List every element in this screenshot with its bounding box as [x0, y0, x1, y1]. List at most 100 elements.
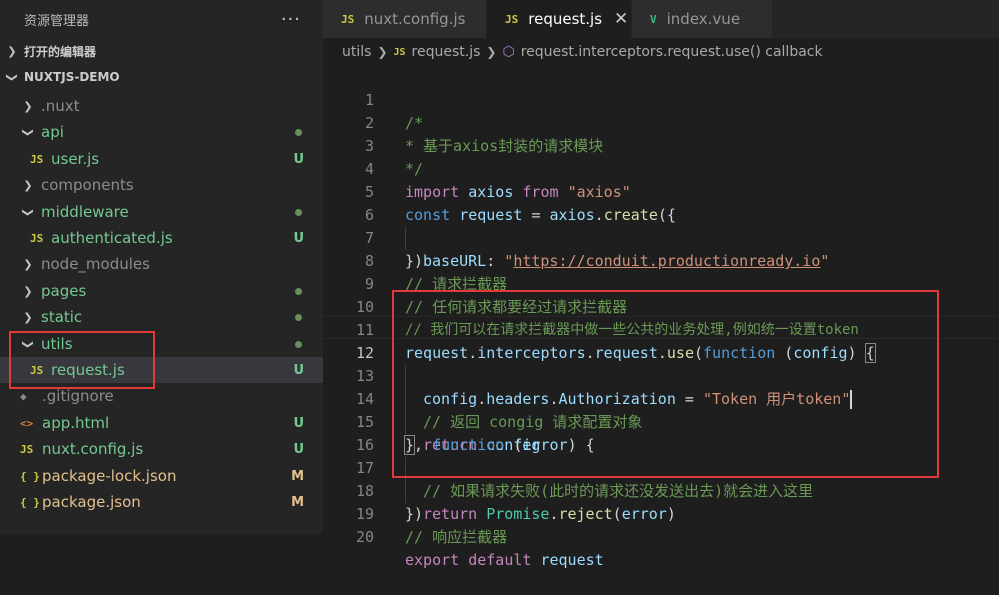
git-status-dot [295, 340, 302, 348]
chevron-down-icon: ❯ [5, 72, 19, 82]
json-file-icon: { } [20, 469, 40, 483]
explorer-title: 资源管理器 [24, 13, 90, 29]
tree-item[interactable]: JS request.js U [0, 357, 323, 383]
tree-item[interactable]: JS user.js U [0, 146, 323, 172]
chevron-right-icon: ❯ [23, 284, 33, 298]
code-line: 3 */ [323, 112, 999, 178]
chevron-right-icon: ❯ [23, 178, 33, 192]
tree-item[interactable]: ❯ middleware [0, 199, 323, 225]
open-editors-section[interactable]: ❯ 打开的编辑器 [0, 38, 323, 64]
tree-item[interactable]: <> app.html U [0, 410, 323, 436]
tree-item[interactable]: { } package.json M [0, 489, 323, 515]
git-status-badge: U [293, 230, 304, 246]
tab-label: nuxt.config.js [364, 10, 466, 28]
project-section[interactable]: ❯ NUXTJS-DEMO [0, 64, 323, 90]
chevron-right-icon: ❯ [23, 99, 33, 113]
code-line: 9 // 任何请求都要经过请求拦截器 [323, 250, 999, 316]
git-file-icon: ◆ [20, 389, 27, 403]
breadcrumb-symbol[interactable]: request.interceptors.request.use() callb… [521, 44, 823, 60]
more-actions-icon[interactable]: ··· [281, 9, 301, 30]
tree-item-label: middleware [41, 203, 129, 221]
tab-index-vue[interactable]: V index.vue [632, 0, 773, 38]
git-status-dot [295, 128, 302, 136]
tree-item[interactable]: ❯ node_modules [0, 251, 323, 277]
code-line: 18 }) [323, 457, 999, 523]
code-line: 6 baseURL: "https://conduit.productionre… [323, 181, 999, 270]
javascript-file-icon: JS [20, 442, 34, 456]
breadcrumb: utils ❯ JS request.js ❯ ⬡ request.interc… [323, 38, 999, 66]
chevron-right-icon: ❯ [23, 257, 33, 271]
tab-request-js[interactable]: JS request.js ✕ [487, 0, 632, 38]
chevron-right-icon: ❯ [7, 44, 17, 58]
javascript-file-icon: JS [30, 363, 44, 377]
explorer-sidebar: 资源管理器 ··· ❯ 打开的编辑器 ❯ NUXTJS-DEMO ❯ .nuxt… [0, 0, 323, 534]
code-line: 16 // 如果请求失败(此时的请求还没发送出去)就会进入这里 [323, 411, 999, 500]
git-status-dot [295, 287, 302, 295]
code-text: // 响应拦截器 [405, 528, 508, 546]
tree-item-label: .gitignore [42, 387, 114, 405]
chevron-down-icon: ❯ [21, 339, 35, 349]
vue-file-icon: V [650, 12, 657, 26]
code-text: export default request [405, 549, 604, 572]
tab-nuxt-config[interactable]: JS nuxt.config.js [323, 0, 487, 38]
git-status-badge: U [293, 441, 304, 457]
code-line: 11 request.interceptors.request.use(func… [323, 296, 999, 363]
chevron-right-icon: ❯ [377, 45, 388, 59]
tree-item[interactable]: ❯ .nuxt [0, 93, 323, 119]
code-line: 15 }, function (error) { [323, 388, 999, 455]
javascript-file-icon: JS [505, 12, 519, 26]
json-file-icon: { } [20, 495, 40, 509]
tree-item-label: request.js [51, 361, 125, 379]
javascript-file-icon: JS [30, 231, 44, 245]
code-line: 4 import axios from "axios" [323, 135, 999, 201]
tree-item[interactable]: ❯ static [0, 304, 323, 330]
breadcrumb-folder[interactable]: utils [342, 44, 371, 60]
git-status-badge: M [291, 468, 304, 484]
git-status-dot [295, 313, 302, 321]
tree-item[interactable]: JS authenticated.js U [0, 225, 323, 251]
chevron-right-icon: ❯ [486, 45, 497, 59]
tree-item-label: app.html [42, 414, 110, 432]
breadcrumb-file[interactable]: request.js [412, 44, 481, 60]
tree-item[interactable]: ◆ .gitignore [0, 383, 323, 409]
code-editor[interactable]: 1 /* 2 * 基于axios封装的请求模块 3 */ 4 import ax… [323, 66, 999, 569]
tree-item[interactable]: ❯ components [0, 172, 323, 198]
tree-item-label: components [41, 176, 134, 194]
javascript-file-icon: JS [393, 46, 406, 58]
javascript-file-icon: JS [341, 12, 355, 26]
chevron-down-icon: ❯ [21, 207, 35, 217]
tree-item-label: api [41, 123, 64, 141]
token-identifier: request [540, 551, 604, 569]
code-line: 1 /* [323, 66, 999, 132]
open-editors-label: 打开的编辑器 [24, 44, 97, 59]
git-status-badge: U [293, 362, 304, 378]
code-line: 7 }) [323, 204, 999, 270]
code-line: 8 // 请求拦截器 [323, 227, 999, 293]
tree-item[interactable]: JS nuxt.config.js U [0, 436, 323, 462]
git-status-badge: U [293, 151, 304, 167]
tree-item-label: authenticated.js [51, 229, 173, 247]
symbol-method-icon: ⬡ [502, 44, 515, 60]
code-line: 2 * 基于axios封装的请求模块 [323, 89, 999, 155]
tab-label: request.js [528, 10, 603, 28]
tree-item-label: package.json [42, 493, 141, 511]
code-line: 12 config.headers.Authorization = "Token… [323, 319, 999, 409]
tree-item-label: .nuxt [41, 97, 80, 115]
project-label: NUXTJS-DEMO [24, 70, 120, 84]
chevron-down-icon: ❯ [21, 127, 35, 137]
tree-item[interactable]: ❯ pages [0, 278, 323, 304]
tree-item[interactable]: ❯ utils [0, 331, 323, 357]
close-icon[interactable]: ✕ [614, 9, 628, 29]
token-keyword: default [468, 551, 532, 569]
tree-item-label: nuxt.config.js [42, 440, 144, 458]
javascript-file-icon: JS [30, 152, 44, 166]
chevron-right-icon: ❯ [23, 310, 33, 324]
tree-item[interactable]: { } package-lock.json M [0, 463, 323, 489]
editor-tab-bar: JS nuxt.config.js JS request.js ✕ V inde… [323, 0, 999, 38]
tree-item-label: node_modules [41, 255, 150, 273]
tab-label: index.vue [666, 10, 741, 28]
git-status-badge: U [293, 415, 304, 431]
tree-item-label: utils [41, 335, 73, 353]
token-keyword: export [405, 551, 460, 569]
tree-item[interactable]: ❯ api [0, 119, 323, 145]
